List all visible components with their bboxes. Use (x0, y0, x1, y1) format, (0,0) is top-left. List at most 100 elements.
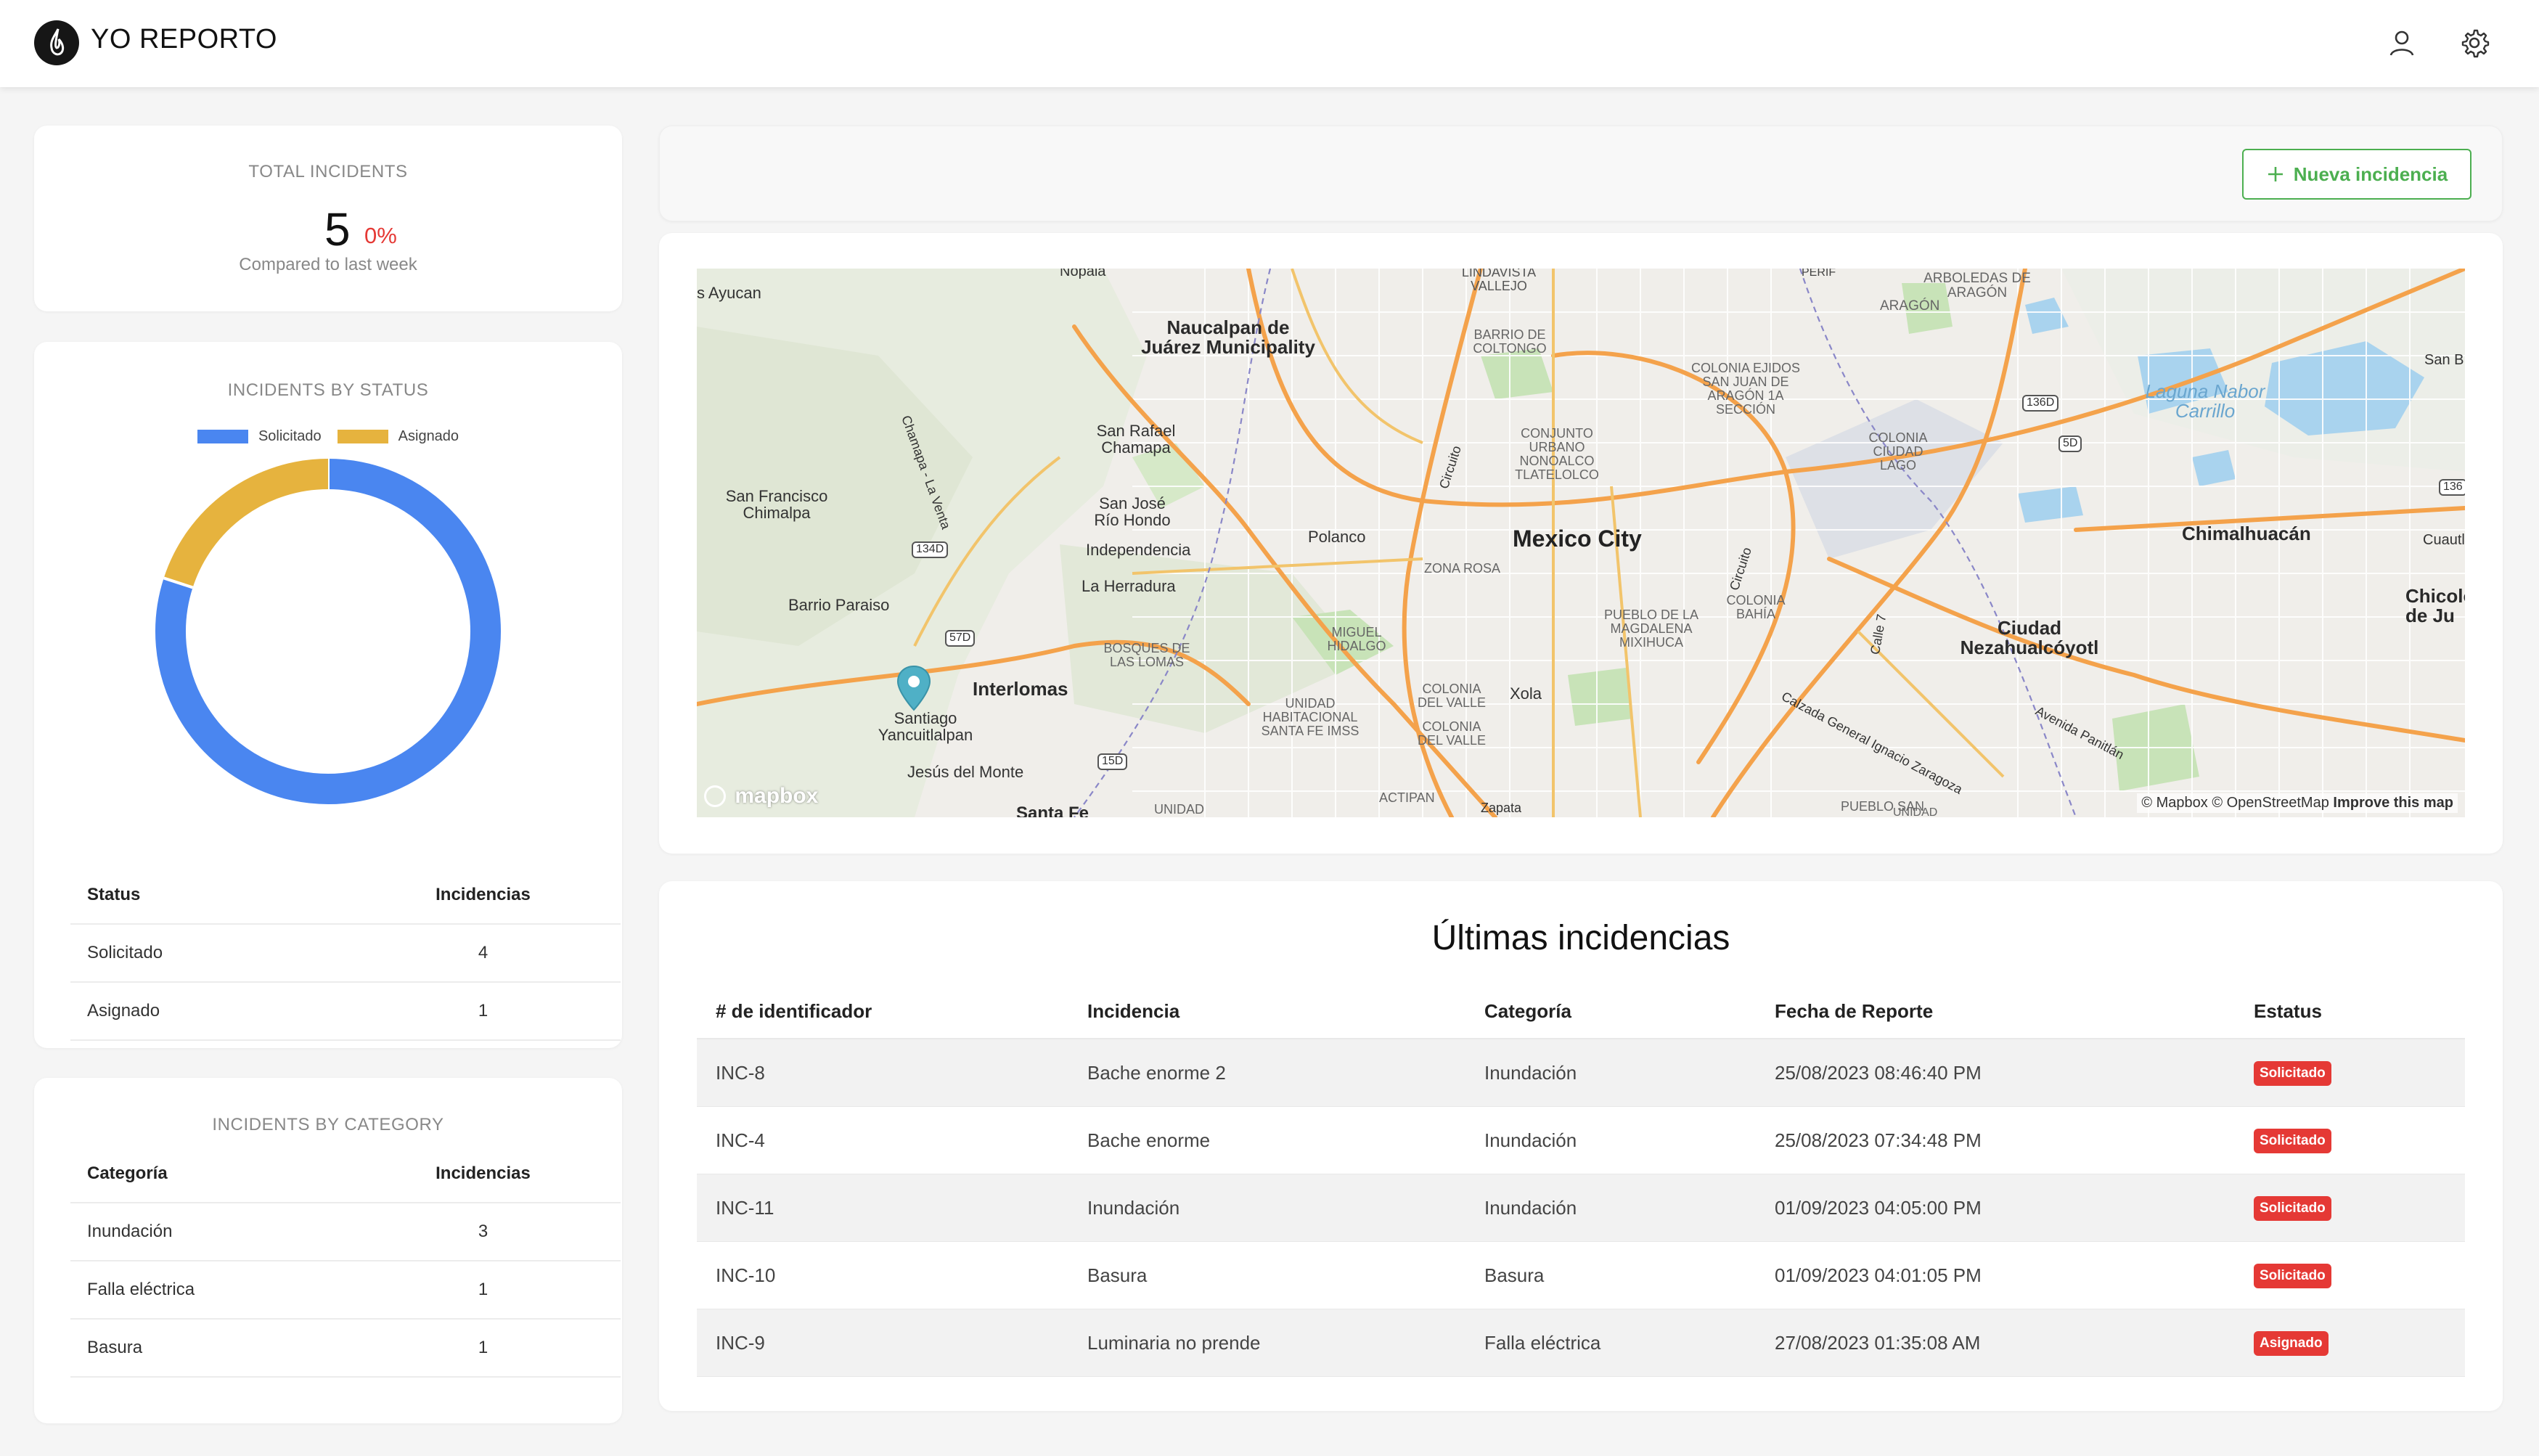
map-label: Chicolo de Ju (2405, 585, 2465, 627)
status-badge: Solicitado (2254, 1264, 2331, 1288)
map-label: COLONIA CIUDAD LAGO (1868, 430, 1928, 473)
cell-categoria: Basura (1484, 1264, 1545, 1286)
route-shield: 15D (1097, 753, 1128, 770)
map-pin-icon[interactable] (896, 665, 932, 713)
top-app-bar: YO REPORTO (0, 0, 2539, 87)
table-row[interactable]: INC-8 Bache enorme 2 Inundación 25/08/20… (697, 1039, 2465, 1107)
map-label-nezahualcoyotl: Ciudad Nezahualcóyotl (1960, 617, 2099, 659)
incidents-map[interactable]: s Ayucan Nopala Naucalpan de Juárez Muni… (697, 269, 2465, 817)
map-label: UNIDAD HABITACIONAL SANTA FE IMSS (1261, 696, 1360, 738)
category-cell: Basura (87, 1338, 143, 1357)
table-row: Falla eléctrica 1 (70, 1261, 621, 1320)
table-row[interactable]: INC-4 Bache enorme Inundación 25/08/2023… (697, 1107, 2465, 1174)
new-incident-label: Nueva incidencia (2293, 163, 2448, 185)
map-label: BOSQUES DE LAS LOMAS (1103, 641, 1190, 669)
gear-icon[interactable] (2458, 26, 2491, 60)
header-estatus[interactable]: Estatus (2235, 1000, 2465, 1023)
map-label: COLONIA DEL VALLE (1417, 682, 1487, 710)
map-label: PERIF (1802, 269, 1836, 279)
table-row[interactable]: INC-11 Inundación Inundación 01/09/2023 … (697, 1174, 2465, 1242)
cell-incidencia: Bache enorme 2 (1087, 1061, 1226, 1084)
map-label: BARRIO DE COLTONGO (1473, 327, 1547, 356)
legend-item-solicitado[interactable]: Solicitado (197, 428, 322, 445)
toolbar-card (659, 126, 2503, 221)
attribution-text[interactable]: © Mapbox © OpenStreetMap (2141, 795, 2329, 811)
count-cell: 3 (478, 1222, 488, 1241)
cell-categoria: Inundación (1484, 1129, 1577, 1151)
header-incidencia[interactable]: Incidencia (1068, 1000, 1465, 1023)
map-label: La Herradura (1082, 577, 1176, 595)
plus-icon (2268, 167, 2283, 181)
cell-categoria: Falla eléctrica (1484, 1331, 1601, 1354)
header-fecha[interactable]: Fecha de Reporte (1756, 1000, 2235, 1023)
map-label: San José Río Hondo (1094, 494, 1171, 530)
legend-item-asignado[interactable]: Asignado (337, 428, 459, 445)
table-row[interactable]: INC-10 Basura Basura 01/09/2023 04:01:05… (697, 1242, 2465, 1309)
cell-categoria: Inundación (1484, 1196, 1577, 1219)
map-label: COLONIA DEL VALLE (1417, 719, 1487, 748)
cell-id: INC-11 (716, 1196, 774, 1219)
cell-id: INC-10 (716, 1264, 776, 1286)
brand-title[interactable]: YO REPORTO (91, 24, 277, 55)
map-label-interlomas: Interlomas (973, 678, 1068, 700)
map-label: UNIDAD (1893, 806, 1938, 817)
cell-categoria: Inundación (1484, 1061, 1577, 1084)
map-label: ARAGÓN (1880, 298, 1940, 314)
status-table: Status Incidencias Solicitado 4 Asignado… (70, 867, 621, 1041)
cell-fecha: 25/08/2023 08:46:40 PM (1775, 1061, 1982, 1084)
legend-label: Asignado (398, 428, 459, 444)
cell-id: INC-8 (716, 1061, 765, 1084)
map-label: Xola (1510, 684, 1542, 703)
status-badge: Asignado (2254, 1331, 2329, 1356)
cell-fecha: 25/08/2023 07:34:48 PM (1775, 1129, 1982, 1151)
map-label: PUEBLO DE LA MAGDALENA MIXIHUCA (1603, 608, 1699, 650)
map-label: s Ayucan (697, 284, 761, 302)
table-header-row: # de identificador Incidencia Categoría … (697, 984, 2465, 1039)
cell-incidencia: Basura (1087, 1264, 1148, 1286)
table-row: Solicitado 4 (70, 925, 621, 983)
map-label: ZONA ROSA (1424, 561, 1501, 576)
map-label: Santiago Yancuitlalpan (878, 709, 973, 745)
status-card-title: INCIDENTS BY STATUS (227, 380, 429, 400)
map-label: ARBOLEDAS DE ARAGÓN (1923, 271, 2031, 300)
improve-map-link[interactable]: Improve this map (2333, 795, 2453, 811)
map-label: Nopala (1060, 269, 1106, 279)
category-card-title: INCIDENTS BY CATEGORY (212, 1115, 444, 1134)
table-row: Basura 1 (70, 1320, 621, 1378)
map-label: Zapata (1481, 801, 1522, 815)
table-header-row: Categoría Incidencias (70, 1145, 621, 1203)
header-count: Incidencias (436, 885, 531, 904)
legend-label: Solicitado (258, 428, 322, 444)
route-shield: 136 (2439, 479, 2465, 496)
cell-fecha: 27/08/2023 01:35:08 AM (1775, 1331, 1981, 1354)
cell-id: INC-9 (716, 1331, 765, 1354)
table-header-row: Status Incidencias (70, 867, 621, 925)
map-label: UNIDAD (1154, 802, 1205, 817)
table-row: Inundación 3 (70, 1203, 621, 1261)
total-incidents-change: 0% (364, 223, 397, 248)
cell-incidencia: Inundación (1087, 1196, 1180, 1219)
mapbox-logo[interactable]: mapbox (704, 783, 818, 809)
status-cell: Asignado (87, 1001, 160, 1021)
map-label: San Rafael Chamapa (1096, 422, 1176, 457)
table-row: Asignado 1 (70, 983, 621, 1041)
route-shield: 5D (2058, 435, 2082, 452)
header-categoria[interactable]: Categoría (1465, 1000, 1756, 1023)
cell-incidencia: Bache enorme (1087, 1129, 1211, 1151)
status-badge: Solicitado (2254, 1196, 2331, 1221)
total-incidents-compare: Compared to last week (239, 255, 417, 274)
user-icon[interactable] (2385, 26, 2419, 60)
header-category: Categoría (87, 1163, 168, 1183)
chart-legend: Solicitado Asignado (34, 428, 622, 445)
new-incident-button[interactable]: Nueva incidencia (2242, 149, 2471, 200)
count-cell: 1 (478, 1338, 488, 1357)
header-id[interactable]: # de identificador (697, 1000, 1068, 1023)
map-label-laguna: Laguna Nabor Carrillo (2145, 380, 2265, 422)
map-label: Independencia (1086, 541, 1191, 559)
cell-fecha: 01/09/2023 04:05:00 PM (1775, 1196, 1982, 1219)
table-row[interactable]: INC-9 Luminaria no prende Falla eléctric… (697, 1309, 2465, 1377)
map-label: San Francisco Chimalpa (725, 487, 828, 523)
count-cell: 1 (478, 1001, 488, 1021)
flame-logo-icon[interactable] (34, 20, 79, 65)
donut-slice-asignado[interactable] (163, 459, 329, 588)
